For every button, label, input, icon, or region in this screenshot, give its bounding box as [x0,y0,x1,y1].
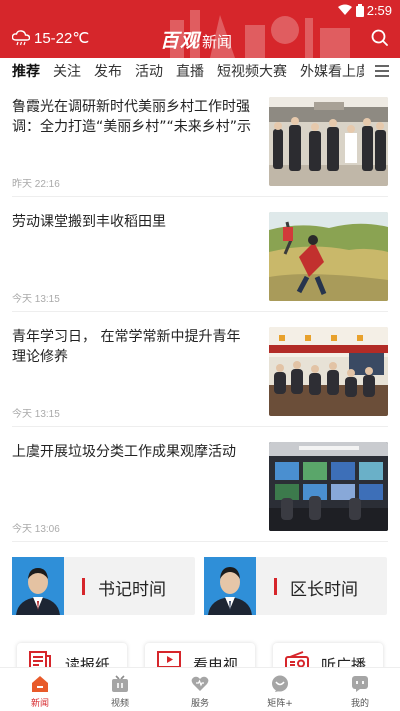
weather-widget[interactable]: 15-22℃ [12,29,89,47]
avatar [204,557,256,615]
nav-video[interactable]: 视频 [80,668,160,711]
nav-service[interactable]: 服务 [160,668,240,711]
brand-suffix: 新闻 [202,33,233,51]
secretary-time-card[interactable]: 书记时间 [12,557,195,615]
news-title: 青年学习日， 在常学常新中提升青年理论修养 [12,329,241,365]
nav-mine-label: 我的 [350,699,369,709]
news-item[interactable]: 上虞开展垃圾分类工作成果观摩活动 今天 13:06 [12,442,388,542]
profile-icon [352,676,368,692]
news-item[interactable]: 劳动课堂搬到丰收稻田里 今天 13:15 [12,212,388,312]
news-title: 上虞开展垃圾分类工作成果观摩活动 [12,444,236,460]
status-bar: 2:59 [0,0,400,22]
district-head-time-card[interactable]: 区长时间 [204,557,387,615]
news-time: 今天 13:15 [12,409,60,420]
accent-bar [274,578,277,595]
district-head-time-label: 区长时间 [290,580,358,600]
news-time: 今天 13:06 [12,524,60,535]
heart-icon [191,676,209,691]
brand-name: 百观 [160,30,201,52]
brand-logo: 百观 新闻 [160,26,232,53]
tab-short-video-contest[interactable]: 短视频大赛 [217,62,287,84]
news-thumbnail [269,327,388,416]
secretary-time-label: 书记时间 [98,580,166,600]
video-icon [112,675,128,692]
temperature-text: 15-22℃ [34,30,90,47]
app-header: 2:59 15-22℃ 百观 新闻 [0,0,400,58]
news-time: 昨天 22:16 [12,179,60,190]
menu-icon[interactable] [374,63,390,79]
home-icon [32,676,48,692]
nav-video-label: 视频 [110,699,129,709]
tab-foreign-media[interactable]: 外媒看上虞 [300,62,364,84]
tab-recommend[interactable]: 推荐 [12,62,40,84]
matrix-icon [272,675,288,692]
news-item[interactable]: 青年学习日， 在常学常新中提升青年理论修养 今天 13:15 [12,327,388,427]
news-thumbnail [269,212,388,301]
cloud-rain-icon [12,30,30,46]
news-time: 今天 13:15 [12,294,60,305]
news-item[interactable]: 鲁霞光在调研新时代美丽乡村工作时强调：全力打造“美丽乡村”“未来乡村”示范… 昨… [12,97,388,197]
nav-news-label: 新闻 [30,699,49,709]
nav-service-label: 服务 [190,699,209,709]
avatar [12,557,64,615]
nav-matrix-label: 矩阵+ [267,699,293,709]
battery-icon [356,4,364,17]
wifi-icon [338,4,352,15]
news-title: 劳动课堂搬到丰收稻田里 [12,214,166,230]
nav-matrix[interactable]: 矩阵+ [240,668,320,711]
search-icon[interactable] [371,29,388,46]
tab-follow[interactable]: 关注 [53,62,81,84]
tab-activity[interactable]: 活动 [135,62,163,84]
news-thumbnail [269,442,388,531]
tab-live[interactable]: 直播 [176,62,204,84]
tab-list: 推荐 关注 发布 活动 直播 短视频大赛 外媒看上虞 学 [12,62,364,84]
category-tabs: 推荐 关注 发布 活动 直播 短视频大赛 外媒看上虞 学 [0,58,400,88]
nav-mine[interactable]: 我的 [320,668,400,711]
tab-publish[interactable]: 发布 [94,62,122,84]
news-thumbnail [269,97,388,186]
nav-news[interactable]: 新闻 [0,668,80,711]
bottom-navigation: 新闻 视频 服务 矩阵+ 我的 [0,667,400,711]
status-time: 2:59 [366,3,392,18]
accent-bar [82,578,85,595]
news-title: 鲁霞光在调研新时代美丽乡村工作时强调：全力打造“美丽乡村”“未来乡村”示范… [12,99,252,135]
